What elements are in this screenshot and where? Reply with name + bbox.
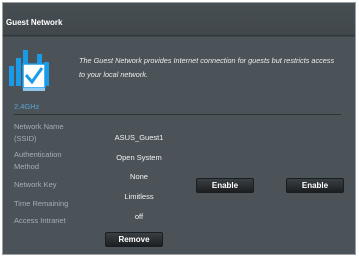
value-auth-method: Open System — [116, 153, 162, 162]
label-auth-method-line2: Method — [14, 162, 40, 171]
label-auth-method: Authentication Method — [14, 149, 62, 173]
label-time-remaining: Time Remaining — [14, 199, 69, 208]
header-divider — [3, 35, 355, 36]
value-access-intranet: off — [134, 212, 144, 221]
label-access-intranet: Access Intranet — [14, 216, 66, 225]
page-title: Guest Network — [6, 18, 63, 27]
label-network-key: Network Key — [14, 180, 57, 189]
panel-header: Guest Network — [3, 3, 355, 37]
remove-button[interactable]: Remove — [105, 232, 163, 247]
enable-button-2[interactable]: Enable — [286, 178, 344, 193]
guest-network-icon — [9, 50, 49, 91]
guest-network-panel: Guest Network The Guest Network provides… — [2, 2, 356, 255]
band-label: 2.4GHz — [14, 102, 40, 111]
band-divider — [14, 114, 341, 115]
value-ssid: ASUS_Guest1 — [114, 133, 164, 142]
value-time-remaining: Limitless — [124, 192, 154, 201]
label-network-name-line1: Network Name — [14, 122, 64, 131]
label-network-name: Network Name (SSID) — [14, 121, 64, 145]
label-auth-method-line1: Authentication — [14, 150, 62, 159]
enable-button-1[interactable]: Enable — [196, 178, 254, 193]
label-network-name-line2: (SSID) — [14, 134, 37, 143]
guest-network-description: The Guest Network provides Internet conn… — [79, 56, 335, 79]
value-network-key: None — [130, 172, 148, 181]
